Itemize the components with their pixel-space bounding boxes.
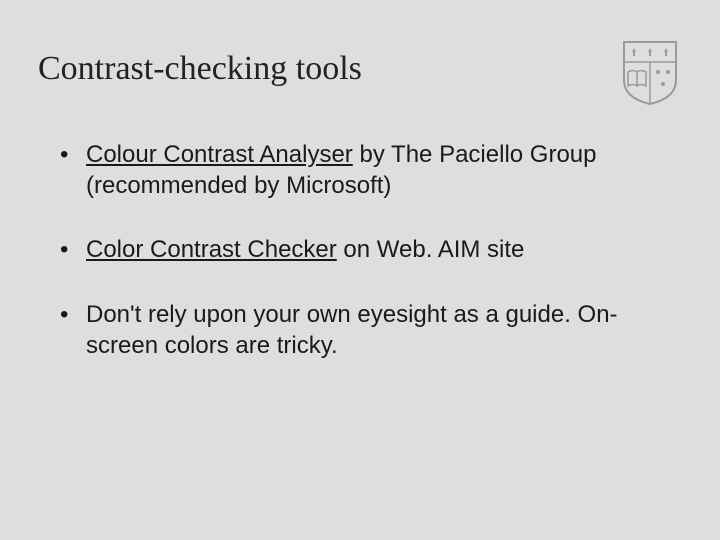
bullet-item: Color Contrast Checker on Web. AIM site	[60, 235, 664, 266]
bullet-text: Don't rely upon your own eyesight as a g…	[86, 301, 618, 359]
bullet-item: Colour Contrast Analyser by The Paciello…	[60, 140, 664, 201]
university-shield-icon	[622, 40, 678, 106]
tool-link[interactable]: Colour Contrast Analyser	[86, 141, 353, 168]
tool-link[interactable]: Color Contrast Checker	[86, 236, 337, 263]
bullet-item: Don't rely upon your own eyesight as a g…	[60, 300, 664, 361]
slide-body: Colour Contrast Analyser by The Paciello…	[60, 140, 664, 396]
slide-title: Contrast-checking tools	[38, 50, 362, 88]
bullet-list: Colour Contrast Analyser by The Paciello…	[60, 140, 664, 362]
bullet-text: on Web. AIM site	[337, 236, 525, 263]
slide: Contrast-checking tools	[0, 0, 720, 540]
